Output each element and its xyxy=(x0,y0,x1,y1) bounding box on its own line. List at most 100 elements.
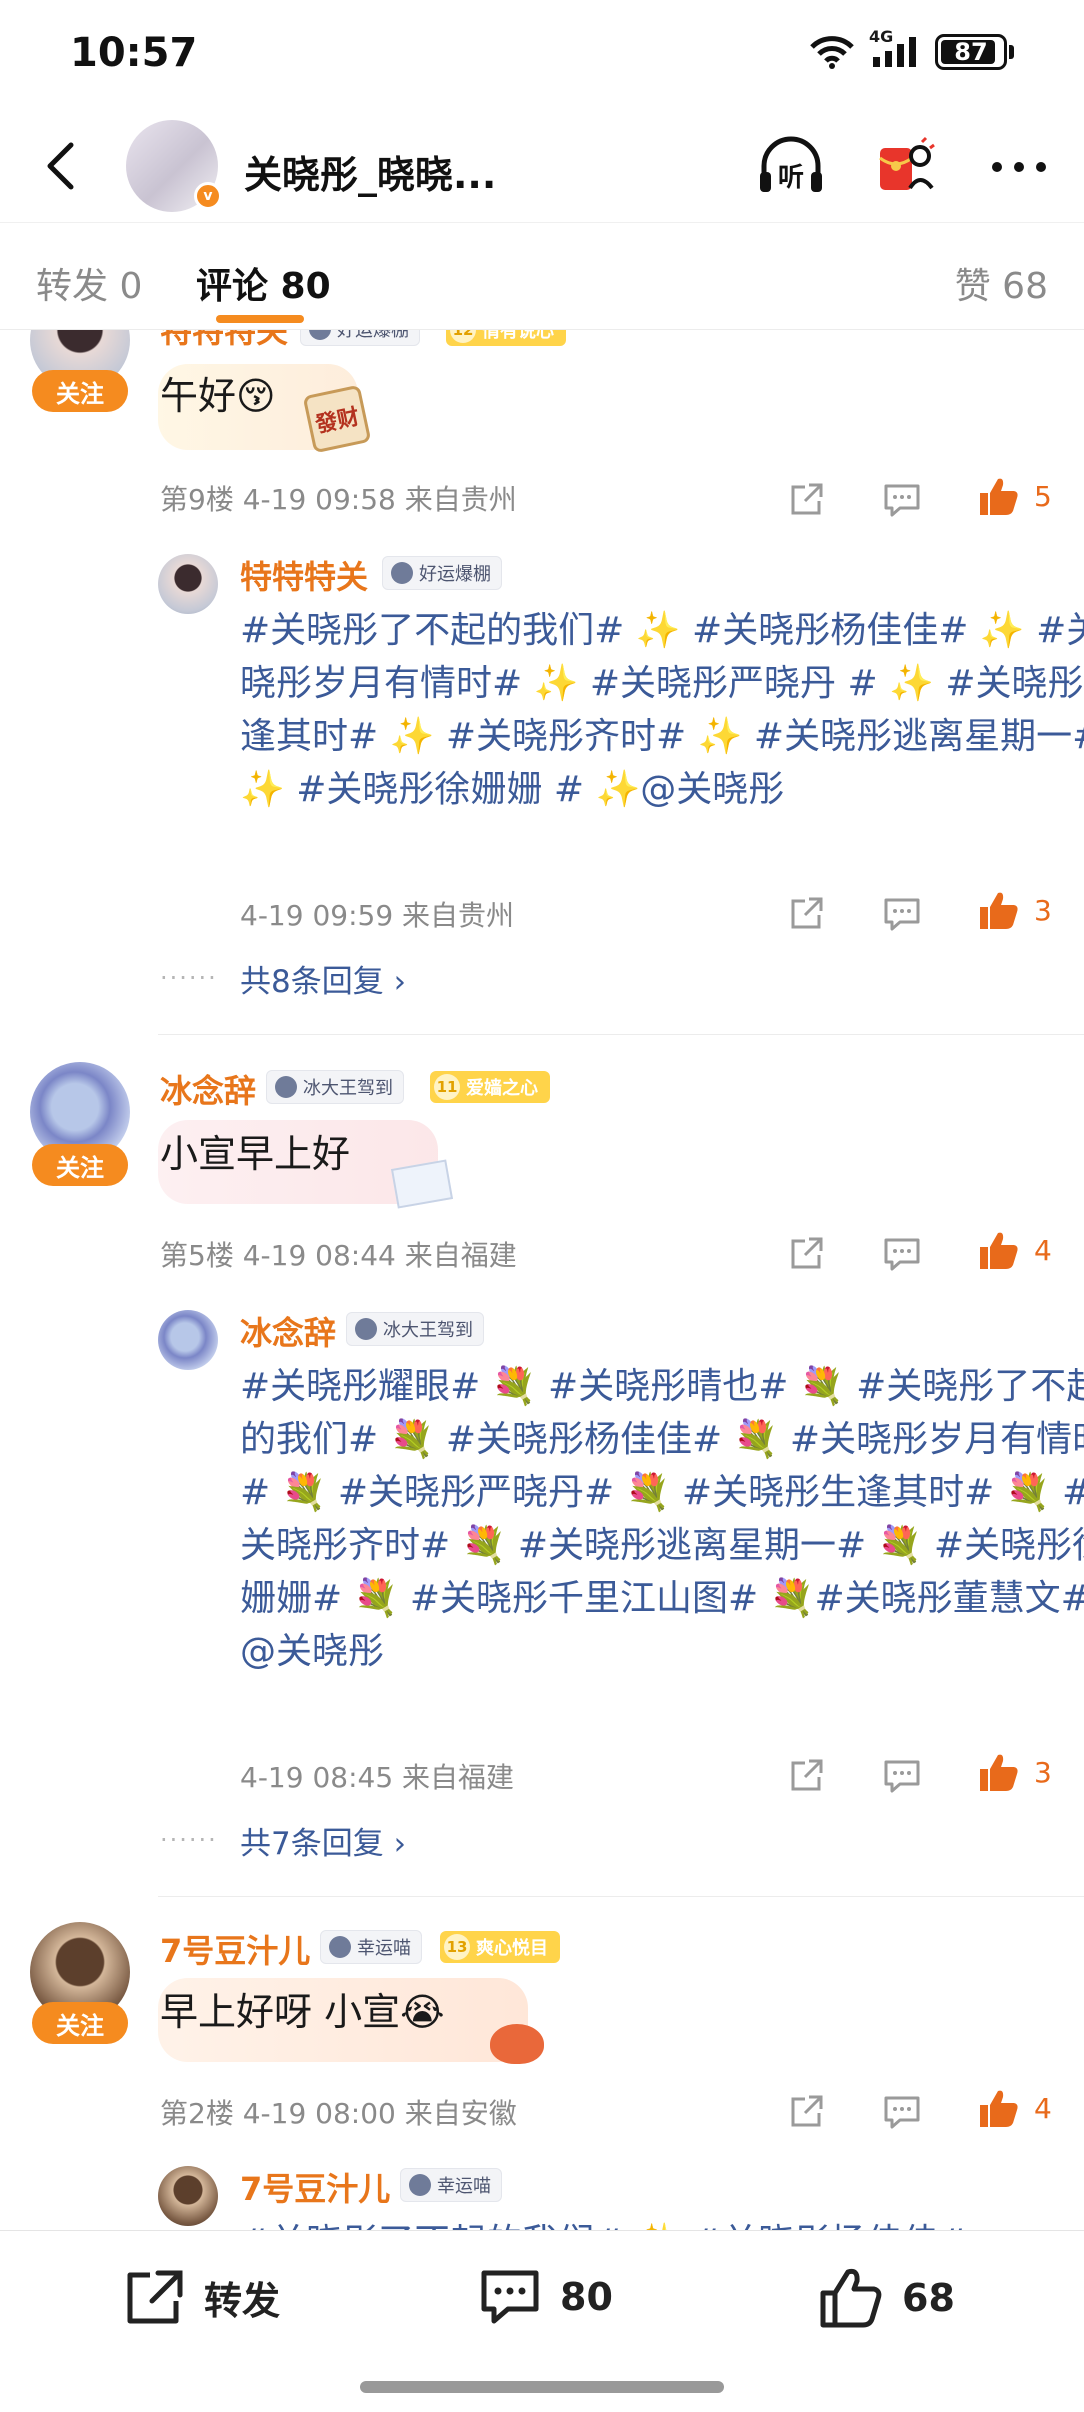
envelope-icon xyxy=(390,1159,454,1209)
comment-username[interactable]: 冰念辞 xyxy=(160,1066,256,1112)
tab-likes[interactable]: 赞 68 xyxy=(955,257,1048,309)
listen-icon[interactable]: 听 xyxy=(756,132,826,202)
persimmon-icon xyxy=(490,2024,544,2064)
user-badge: 幸运喵 xyxy=(320,1930,422,1964)
header: v 关晓彤_晓晓... 听 xyxy=(0,110,1084,222)
fan-badge: 11 爱嫱之心 xyxy=(430,1071,550,1103)
reply-meta: 4-19 08:45 来自福建 xyxy=(240,1761,515,1794)
comment-meta: 第5楼 4-19 08:44 来自福建 xyxy=(160,1239,517,1272)
tab-repost[interactable]: 转发 0 xyxy=(36,257,142,309)
like-count: 68 xyxy=(902,2276,955,2320)
comment-username[interactable]: 7号豆汁儿 xyxy=(160,1926,310,1972)
comment-text: 午好😚 xyxy=(160,374,276,418)
share-icon[interactable] xyxy=(784,1232,828,1276)
bottom-action-bar: 转发 80 68 xyxy=(0,2230,1084,2412)
reply-icon[interactable] xyxy=(880,478,924,522)
like-icon[interactable] xyxy=(976,474,1020,518)
share-icon[interactable] xyxy=(784,1754,828,1798)
more-icon[interactable] xyxy=(984,132,1054,202)
share-icon xyxy=(127,2270,183,2324)
reply-username[interactable]: 7号豆汁儿 xyxy=(240,2164,390,2210)
comment-meta: 第9楼 4-19 09:58 来自贵州 xyxy=(160,483,517,516)
follow-button[interactable]: 关注 xyxy=(32,370,128,412)
battery-level: 87 xyxy=(954,38,988,66)
like-icon xyxy=(820,2268,882,2328)
battery-icon: 87 xyxy=(935,34,1014,70)
repost-label: 转发 xyxy=(204,2278,281,2323)
comment-count: 80 xyxy=(560,2275,613,2319)
user-badge: 好运爆棚 xyxy=(300,330,420,346)
fan-badge: 12 情有说心 xyxy=(446,330,566,346)
fan-badge: 13 爽心悦目 xyxy=(440,1931,560,1963)
tab-indicator xyxy=(216,315,304,323)
user-badge: 冰大王驾到 xyxy=(266,1070,404,1104)
home-indicator[interactable] xyxy=(360,2381,724,2393)
follow-button[interactable]: 关注 xyxy=(32,1144,128,1186)
back-button[interactable] xyxy=(30,136,90,196)
svg-text:听: 听 xyxy=(778,163,804,193)
status-bar: 10:57 4G 87 xyxy=(0,0,1084,110)
like-count: 4 xyxy=(1034,2092,1052,2125)
comment-meta: 第2楼 4-19 08:00 来自安徽 xyxy=(160,2097,517,2130)
like-icon[interactable] xyxy=(976,1750,1020,1794)
reply-icon[interactable] xyxy=(880,1754,924,1798)
wifi-icon xyxy=(809,35,855,69)
comment-list[interactable]: 关注 特特特关 好运爆棚 12 情有说心 午好😚 發财 第9楼 4-19 09:5… xyxy=(0,330,1084,2230)
lotus-icon xyxy=(355,1318,377,1340)
clover-icon xyxy=(309,330,331,340)
more-dots: ······ xyxy=(160,964,218,992)
divider xyxy=(158,1034,1084,1035)
reply-meta: 4-19 09:59 来自贵州 xyxy=(240,899,515,932)
like-count: 4 xyxy=(1034,1234,1052,1267)
user-badge: 冰大王驾到 xyxy=(346,1312,484,1346)
reply-icon[interactable] xyxy=(880,892,924,936)
verified-icon: v xyxy=(194,182,222,210)
network-label: 4G xyxy=(869,27,894,46)
comment-icon xyxy=(481,2270,539,2324)
comment-text: 小宣早上好 xyxy=(160,1132,351,1176)
divider xyxy=(158,1896,1084,1897)
comment-button[interactable]: 80 xyxy=(478,2267,613,2327)
like-button[interactable]: 68 xyxy=(818,2267,955,2329)
status-icons: 4G 87 xyxy=(809,27,1014,70)
like-icon[interactable] xyxy=(976,888,1020,932)
like-icon[interactable] xyxy=(976,2086,1020,2130)
red-envelope-icon[interactable] xyxy=(870,132,940,202)
avatar[interactable] xyxy=(158,2166,218,2226)
status-time: 10:57 xyxy=(70,30,198,76)
follow-button[interactable]: 关注 xyxy=(32,2002,128,2044)
reply-text: #关晓彤了不起的我们# ✨ #关晓彤杨佳佳# xyxy=(240,2216,1084,2230)
tab-bar: 转发 0 评论 80 赞 68 xyxy=(0,222,1084,330)
user-badge: 好运爆棚 xyxy=(382,556,502,590)
like-icon[interactable] xyxy=(976,1228,1020,1272)
avatar[interactable] xyxy=(158,1310,218,1370)
reply-username[interactable]: 特特特关 xyxy=(240,552,368,598)
more-dots: ······ xyxy=(160,1826,218,1854)
reply-icon[interactable] xyxy=(880,2090,924,2134)
like-count: 3 xyxy=(1034,1756,1052,1789)
like-count: 3 xyxy=(1034,894,1052,927)
share-icon[interactable] xyxy=(784,2090,828,2134)
cat-icon xyxy=(329,1936,351,1958)
reply-username[interactable]: 冰念辞 xyxy=(240,1308,336,1354)
lotus-icon xyxy=(275,1076,297,1098)
avatar[interactable] xyxy=(158,554,218,614)
share-icon[interactable] xyxy=(784,478,828,522)
comment-username[interactable]: 特特特关 xyxy=(160,330,288,352)
back-icon xyxy=(47,142,74,190)
page-title[interactable]: 关晓彤_晓晓... xyxy=(244,144,496,199)
sticker-icon: 發财 xyxy=(302,384,372,454)
tab-comments[interactable]: 评论 80 xyxy=(196,257,331,309)
comment-text: 早上好呀 小宣😭 xyxy=(160,1990,445,2034)
reply-icon[interactable] xyxy=(880,1232,924,1276)
repost-button[interactable]: 转发 xyxy=(122,2267,280,2327)
user-badge: 幸运喵 xyxy=(400,2168,502,2202)
avatar[interactable]: v xyxy=(126,120,222,212)
more-replies-link[interactable]: 共7条回复 › xyxy=(240,1818,406,1863)
clover-icon xyxy=(391,562,413,584)
more-replies-link[interactable]: 共8条回复 › xyxy=(240,956,406,1001)
share-icon[interactable] xyxy=(784,892,828,936)
reply-text: #关晓彤了不起的我们# ✨ #关晓彤杨佳佳# ✨ #关晓彤岁月有情时# ✨ #关… xyxy=(240,610,1084,810)
like-count: 5 xyxy=(1034,480,1052,513)
signal-icon: 4G xyxy=(869,27,921,69)
